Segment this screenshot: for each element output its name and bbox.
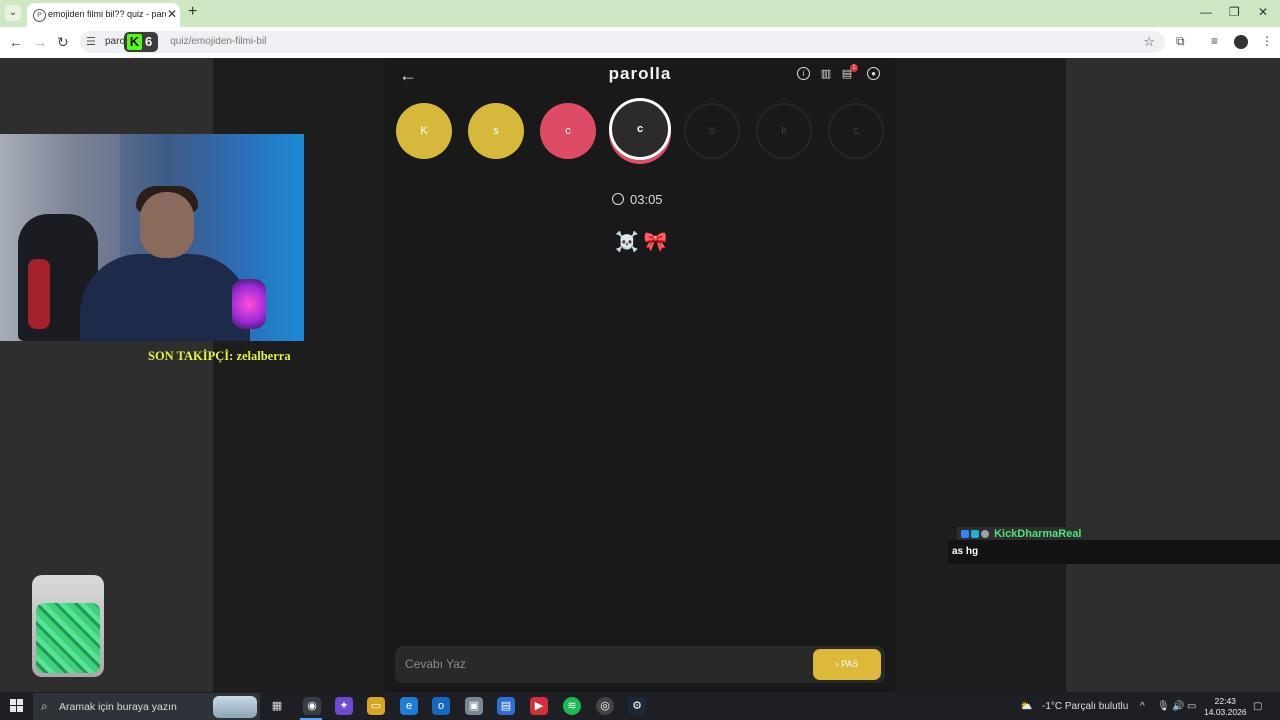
windows-taskbar: ⌕ Aramak için buraya yazın ▦ ◉ ✦ ▭ e o ▣…	[0, 692, 1280, 720]
extensions-icon[interactable]: ⧉	[1176, 34, 1185, 49]
back-icon[interactable]: ←	[9, 34, 23, 50]
windows-start-icon[interactable]	[10, 699, 24, 713]
chat-username-text: KickDharmaReal	[994, 528, 1082, 540]
pass-button-label: PAS	[841, 659, 859, 669]
weather-icon[interactable]: ⛅	[1020, 701, 1032, 712]
chat-message: as hg	[948, 540, 1280, 564]
spotify-icon[interactable]: ≋	[563, 697, 581, 715]
app-icon[interactable]: ▶	[530, 697, 548, 715]
file-explorer-icon[interactable]: ▭	[367, 697, 385, 715]
pass-button[interactable]: › PAS	[813, 649, 881, 680]
weather-text[interactable]: -1°C Parçalı bulutlu	[1042, 701, 1128, 712]
browser-tab[interactable]: P emojiden filmi bil?? quiz - parolla ✕	[27, 3, 180, 27]
browser-toolbar: ← → ↻ ☰ parol quiz/emojiden-filmi-bil ☆ ⧉…	[0, 27, 1280, 59]
timer: 03:05	[612, 192, 663, 207]
forward-icon[interactable]: →	[33, 34, 47, 50]
user-icon[interactable]: ●	[867, 67, 880, 80]
kick-logo-icon: K	[127, 34, 142, 50]
search-icon: ⌕	[41, 699, 48, 713]
letter-circle-3: c	[540, 103, 596, 159]
kick-viewer-count: 6	[145, 34, 153, 49]
last-follower-label: SON TAKİPÇİ: zelalberra	[148, 349, 291, 363]
leaderboard-icon[interactable]: ▥	[819, 67, 833, 81]
menu-icon[interactable]: ⋮	[1261, 34, 1273, 48]
clover-jar-overlay	[32, 575, 104, 677]
tab-title: emojiden filmi bil?? quiz - parolla	[48, 9, 166, 19]
badge-icon	[971, 530, 979, 538]
kick-overlay-badge: K 6	[124, 32, 158, 52]
address-bar[interactable]: ☰ parol quiz/emojiden-filmi-bil ☆	[80, 31, 1165, 53]
info-icon[interactable]: i	[797, 67, 810, 80]
edge-icon[interactable]: e	[400, 697, 418, 715]
outlook-icon[interactable]: o	[432, 697, 450, 715]
close-window-icon[interactable]: ✕	[1258, 5, 1268, 19]
media-control-icon[interactable]: ≡	[1211, 34, 1218, 48]
chevron-right-icon: ›	[835, 659, 839, 669]
taskbar-search-placeholder: Aramak için buraya yazın	[59, 701, 177, 713]
copilot-icon[interactable]: ✦	[335, 697, 353, 715]
volume-icon[interactable]: 🔊	[1172, 701, 1184, 712]
taskbar-search[interactable]: ⌕ Aramak için buraya yazın	[33, 693, 260, 720]
chat-message-text: as hg	[952, 546, 979, 557]
answer-bar: › PAS	[395, 646, 885, 683]
browser-tab-bar: ⌄ P emojiden filmi bil?? quiz - parolla …	[0, 0, 1280, 27]
network-icon[interactable]: ▭	[1187, 701, 1196, 712]
store-icon[interactable]: ▤	[497, 697, 515, 715]
timer-value: 03:05	[630, 192, 663, 207]
letter-circle-active: c	[612, 101, 668, 157]
letter-circle-2: s	[468, 103, 524, 159]
badge-icon	[961, 530, 969, 538]
parolla-game-panel: ← parolla i ▥ ▤ 1 ● K s c c ö k c 03:05 …	[385, 58, 895, 692]
search-highlight-image	[213, 696, 257, 718]
notifications-icon[interactable]: ▢	[1253, 701, 1262, 712]
profile-avatar[interactable]	[1234, 35, 1248, 49]
clock-date: 14.03.2026	[1204, 707, 1247, 717]
letter-circle-1: K	[396, 103, 452, 159]
clock-icon	[612, 193, 624, 205]
badge-icon	[981, 530, 989, 538]
notification-badge: 1	[850, 64, 858, 72]
stream-right-panel	[1066, 58, 1280, 692]
clock-time: 22:43	[1214, 696, 1236, 706]
microphone-icon[interactable]: 🎙	[1157, 701, 1170, 712]
letter-circle-6: k	[756, 103, 812, 159]
page-background-right	[895, 58, 1066, 692]
site-settings-icon[interactable]: ☰	[86, 35, 96, 48]
steam-icon[interactable]: ⚙	[628, 697, 646, 715]
bookmark-star-icon[interactable]: ☆	[1143, 34, 1155, 50]
answer-input[interactable]	[405, 655, 800, 673]
app-icon[interactable]: ▣	[465, 697, 483, 715]
minimize-icon[interactable]: —	[1200, 5, 1212, 19]
obs-icon[interactable]: ◎	[596, 697, 614, 715]
new-tab-icon[interactable]: +	[188, 3, 197, 21]
tab-favicon-icon: P	[33, 9, 46, 22]
url-path: quiz/emojiden-filmi-bil	[170, 36, 267, 47]
restore-icon[interactable]: ❐	[1229, 5, 1240, 19]
tab-close-icon[interactable]: ✕	[167, 7, 177, 21]
reload-icon[interactable]: ↻	[57, 34, 69, 51]
tab-search-dropdown-icon[interactable]: ⌄	[5, 5, 21, 21]
emoji-clue: ☠️ 🎀	[615, 232, 668, 253]
tray-expand-icon[interactable]: ^	[1140, 701, 1145, 712]
letter-circle-5: ö	[684, 103, 740, 159]
taskbar-clock[interactable]: 22:43 14.03.2026	[1204, 696, 1247, 718]
task-view-icon[interactable]: ▦	[268, 697, 286, 715]
chrome-icon[interactable]: ◉	[303, 697, 321, 715]
letter-circle-7: c	[828, 103, 884, 159]
webcam-feed	[0, 134, 304, 341]
